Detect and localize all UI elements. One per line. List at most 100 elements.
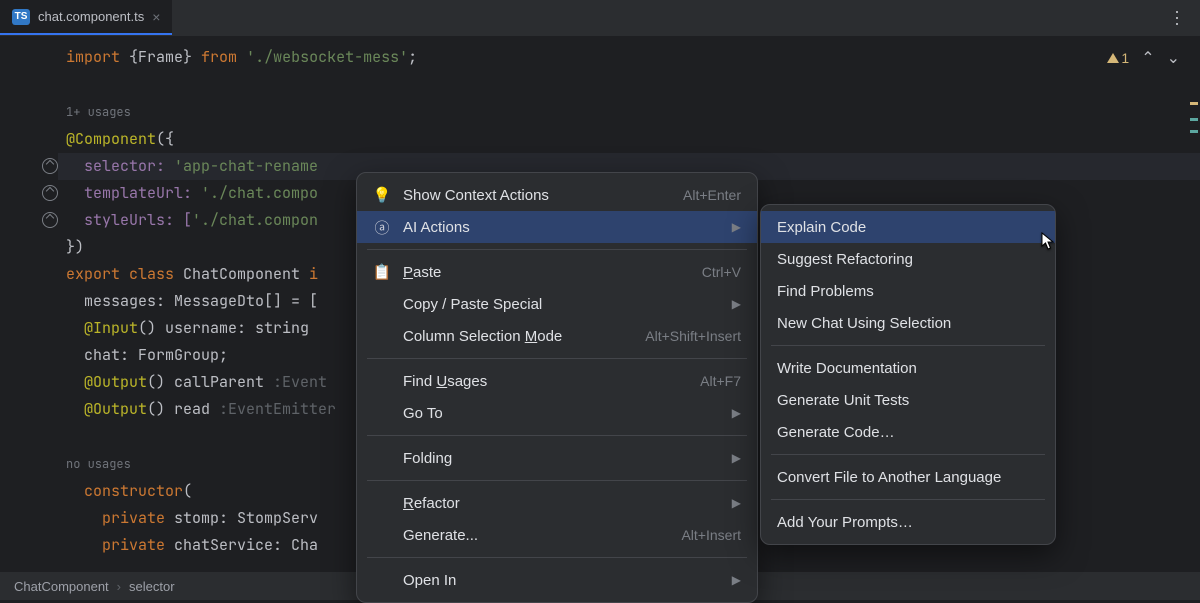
- menu-item-shortcut: Ctrl+V: [702, 264, 741, 280]
- menu-item-go-to[interactable]: Go To ▶: [357, 397, 757, 429]
- menu-item-copy-paste-special[interactable]: Copy / Paste Special ▶: [357, 288, 757, 320]
- menu-item-folding[interactable]: Folding ▶: [357, 442, 757, 474]
- gutter: [0, 36, 66, 572]
- code-token: @Output: [66, 399, 147, 419]
- menu-item-add-your-prompts[interactable]: Add Your Prompts…: [761, 506, 1055, 538]
- code-token: './chat.compo: [201, 183, 318, 203]
- usage-hint[interactable]: 1+ usages: [66, 104, 131, 120]
- typescript-file-icon: TS: [12, 9, 30, 25]
- menu-separator: [367, 557, 747, 558]
- code-token: :Event: [273, 372, 327, 392]
- code-token: @Component: [66, 129, 156, 149]
- menu-item-write-documentation[interactable]: Write Documentation: [761, 352, 1055, 384]
- code-token: () callParent: [147, 372, 273, 392]
- mouse-cursor-icon: [1041, 232, 1055, 250]
- code-token: selector:: [66, 156, 174, 176]
- menu-item-suggest-refactoring[interactable]: Suggest Refactoring: [761, 243, 1055, 275]
- menu-item-label: Explain Code: [777, 219, 1039, 236]
- code-token: ;: [408, 47, 417, 67]
- menu-separator: [367, 358, 747, 359]
- menu-separator: [367, 249, 747, 250]
- chevron-right-icon: ▶: [732, 451, 741, 465]
- stripe-marker[interactable]: [1190, 118, 1198, 121]
- code-token: {Frame}: [120, 47, 201, 67]
- menu-item-open-in[interactable]: Open In ▶: [357, 564, 757, 596]
- code-token: 'app-chat-rename: [174, 156, 318, 176]
- override-up-icon[interactable]: [42, 212, 58, 228]
- code-token: './websocket-mess': [246, 47, 408, 67]
- menu-item-paste[interactable]: 📋 PPasteaste Ctrl+V: [357, 256, 757, 288]
- code-token: chat: FormGroup;: [66, 345, 228, 365]
- menu-item-label: New Chat Using Selection: [777, 315, 1039, 332]
- menu-item-context-actions[interactable]: 💡 Show Context Actions Alt+Enter: [357, 179, 757, 211]
- code-token: messages: MessageDto[] = [: [66, 291, 318, 311]
- menu-item-label: Show Context Actions: [403, 187, 671, 204]
- code-token: from: [201, 47, 237, 67]
- chevron-right-icon: ▶: [732, 297, 741, 311]
- menu-item-find-problems[interactable]: Find Problems: [761, 275, 1055, 307]
- chevron-right-icon: ▶: [732, 496, 741, 510]
- code-token: import: [66, 47, 120, 67]
- code-token: }): [66, 237, 84, 257]
- menu-item-shortcut: Alt+Enter: [683, 187, 741, 203]
- menu-item-convert-file[interactable]: Convert File to Another Language: [761, 461, 1055, 493]
- more-options-icon[interactable]: ⋯: [1166, 9, 1187, 28]
- menu-item-label: Go To: [403, 405, 720, 422]
- chevron-right-icon: ▶: [732, 220, 741, 234]
- override-up-icon[interactable]: [42, 185, 58, 201]
- stripe-marker[interactable]: [1190, 130, 1198, 133]
- menu-item-generate-code[interactable]: Generate Code…: [761, 416, 1055, 448]
- menu-item-generate-unit-tests[interactable]: Generate Unit Tests: [761, 384, 1055, 416]
- context-menu: 💡 Show Context Actions Alt+Enter ⓐ AI Ac…: [356, 172, 758, 603]
- menu-separator: [367, 480, 747, 481]
- menu-item-label: Generate...: [403, 527, 669, 544]
- code-token: () read: [147, 399, 219, 419]
- editor-tab[interactable]: TS chat.component.ts ×: [0, 0, 172, 35]
- menu-item-column-selection[interactable]: Column Selection Mode Alt+Shift+Insert: [357, 320, 757, 352]
- menu-item-label: Open In: [403, 572, 720, 589]
- chevron-right-icon: ›: [117, 579, 121, 594]
- code-token: () username: string: [138, 318, 309, 338]
- menu-item-new-chat-selection[interactable]: New Chat Using Selection: [761, 307, 1055, 339]
- code-token: i: [309, 264, 318, 284]
- menu-item-explain-code[interactable]: Explain Code: [761, 211, 1055, 243]
- code-token: (: [183, 481, 192, 501]
- bulb-icon: 💡: [373, 186, 391, 204]
- menu-item-label: Suggest Refactoring: [777, 251, 1039, 268]
- menu-item-label: AI Actions: [403, 219, 720, 236]
- code-token: private: [66, 508, 165, 528]
- tab-bar: TS chat.component.ts ×: [0, 0, 1200, 36]
- menu-item-ai-actions[interactable]: ⓐ AI Actions ▶: [357, 211, 757, 243]
- close-tab-icon[interactable]: ×: [152, 9, 160, 25]
- menu-item-label: Convert File to Another Language: [777, 469, 1039, 486]
- error-stripe[interactable]: [1188, 72, 1200, 544]
- menu-item-refactor[interactable]: Refactor ▶: [357, 487, 757, 519]
- menu-separator: [771, 454, 1045, 455]
- menu-item-label: Write Documentation: [777, 360, 1039, 377]
- code-token: styleUrls: [: [66, 210, 192, 230]
- tab-filename: chat.component.ts: [38, 9, 144, 24]
- menu-item-label: Generate Code…: [777, 424, 1039, 441]
- chevron-right-icon: ▶: [732, 406, 741, 420]
- code-token: @Output: [66, 372, 147, 392]
- menu-separator: [367, 435, 747, 436]
- override-up-icon[interactable]: [42, 158, 58, 174]
- menu-separator: [771, 345, 1045, 346]
- ai-icon: ⓐ: [373, 217, 391, 238]
- stripe-marker[interactable]: [1190, 102, 1198, 105]
- menu-item-label: Folding: [403, 450, 720, 467]
- ai-actions-submenu: Explain Code Suggest Refactoring Find Pr…: [760, 204, 1056, 545]
- usage-hint[interactable]: no usages: [66, 456, 131, 472]
- breadcrumb-segment[interactable]: ChatComponent: [14, 579, 109, 594]
- code-token: export: [66, 264, 120, 284]
- menu-item-find-usages[interactable]: Find Usages Alt+F7: [357, 365, 757, 397]
- clipboard-icon: 📋: [373, 263, 391, 281]
- code-token: class: [120, 264, 174, 284]
- code-token: :EventEmitter: [219, 399, 336, 419]
- code-token: templateUrl:: [66, 183, 201, 203]
- menu-item-generate[interactable]: Generate... Alt+Insert: [357, 519, 757, 551]
- breadcrumb-segment[interactable]: selector: [129, 579, 175, 594]
- code-token: private: [66, 535, 165, 555]
- chevron-right-icon: ▶: [732, 573, 741, 587]
- code-token: stomp: StompServ: [165, 508, 318, 528]
